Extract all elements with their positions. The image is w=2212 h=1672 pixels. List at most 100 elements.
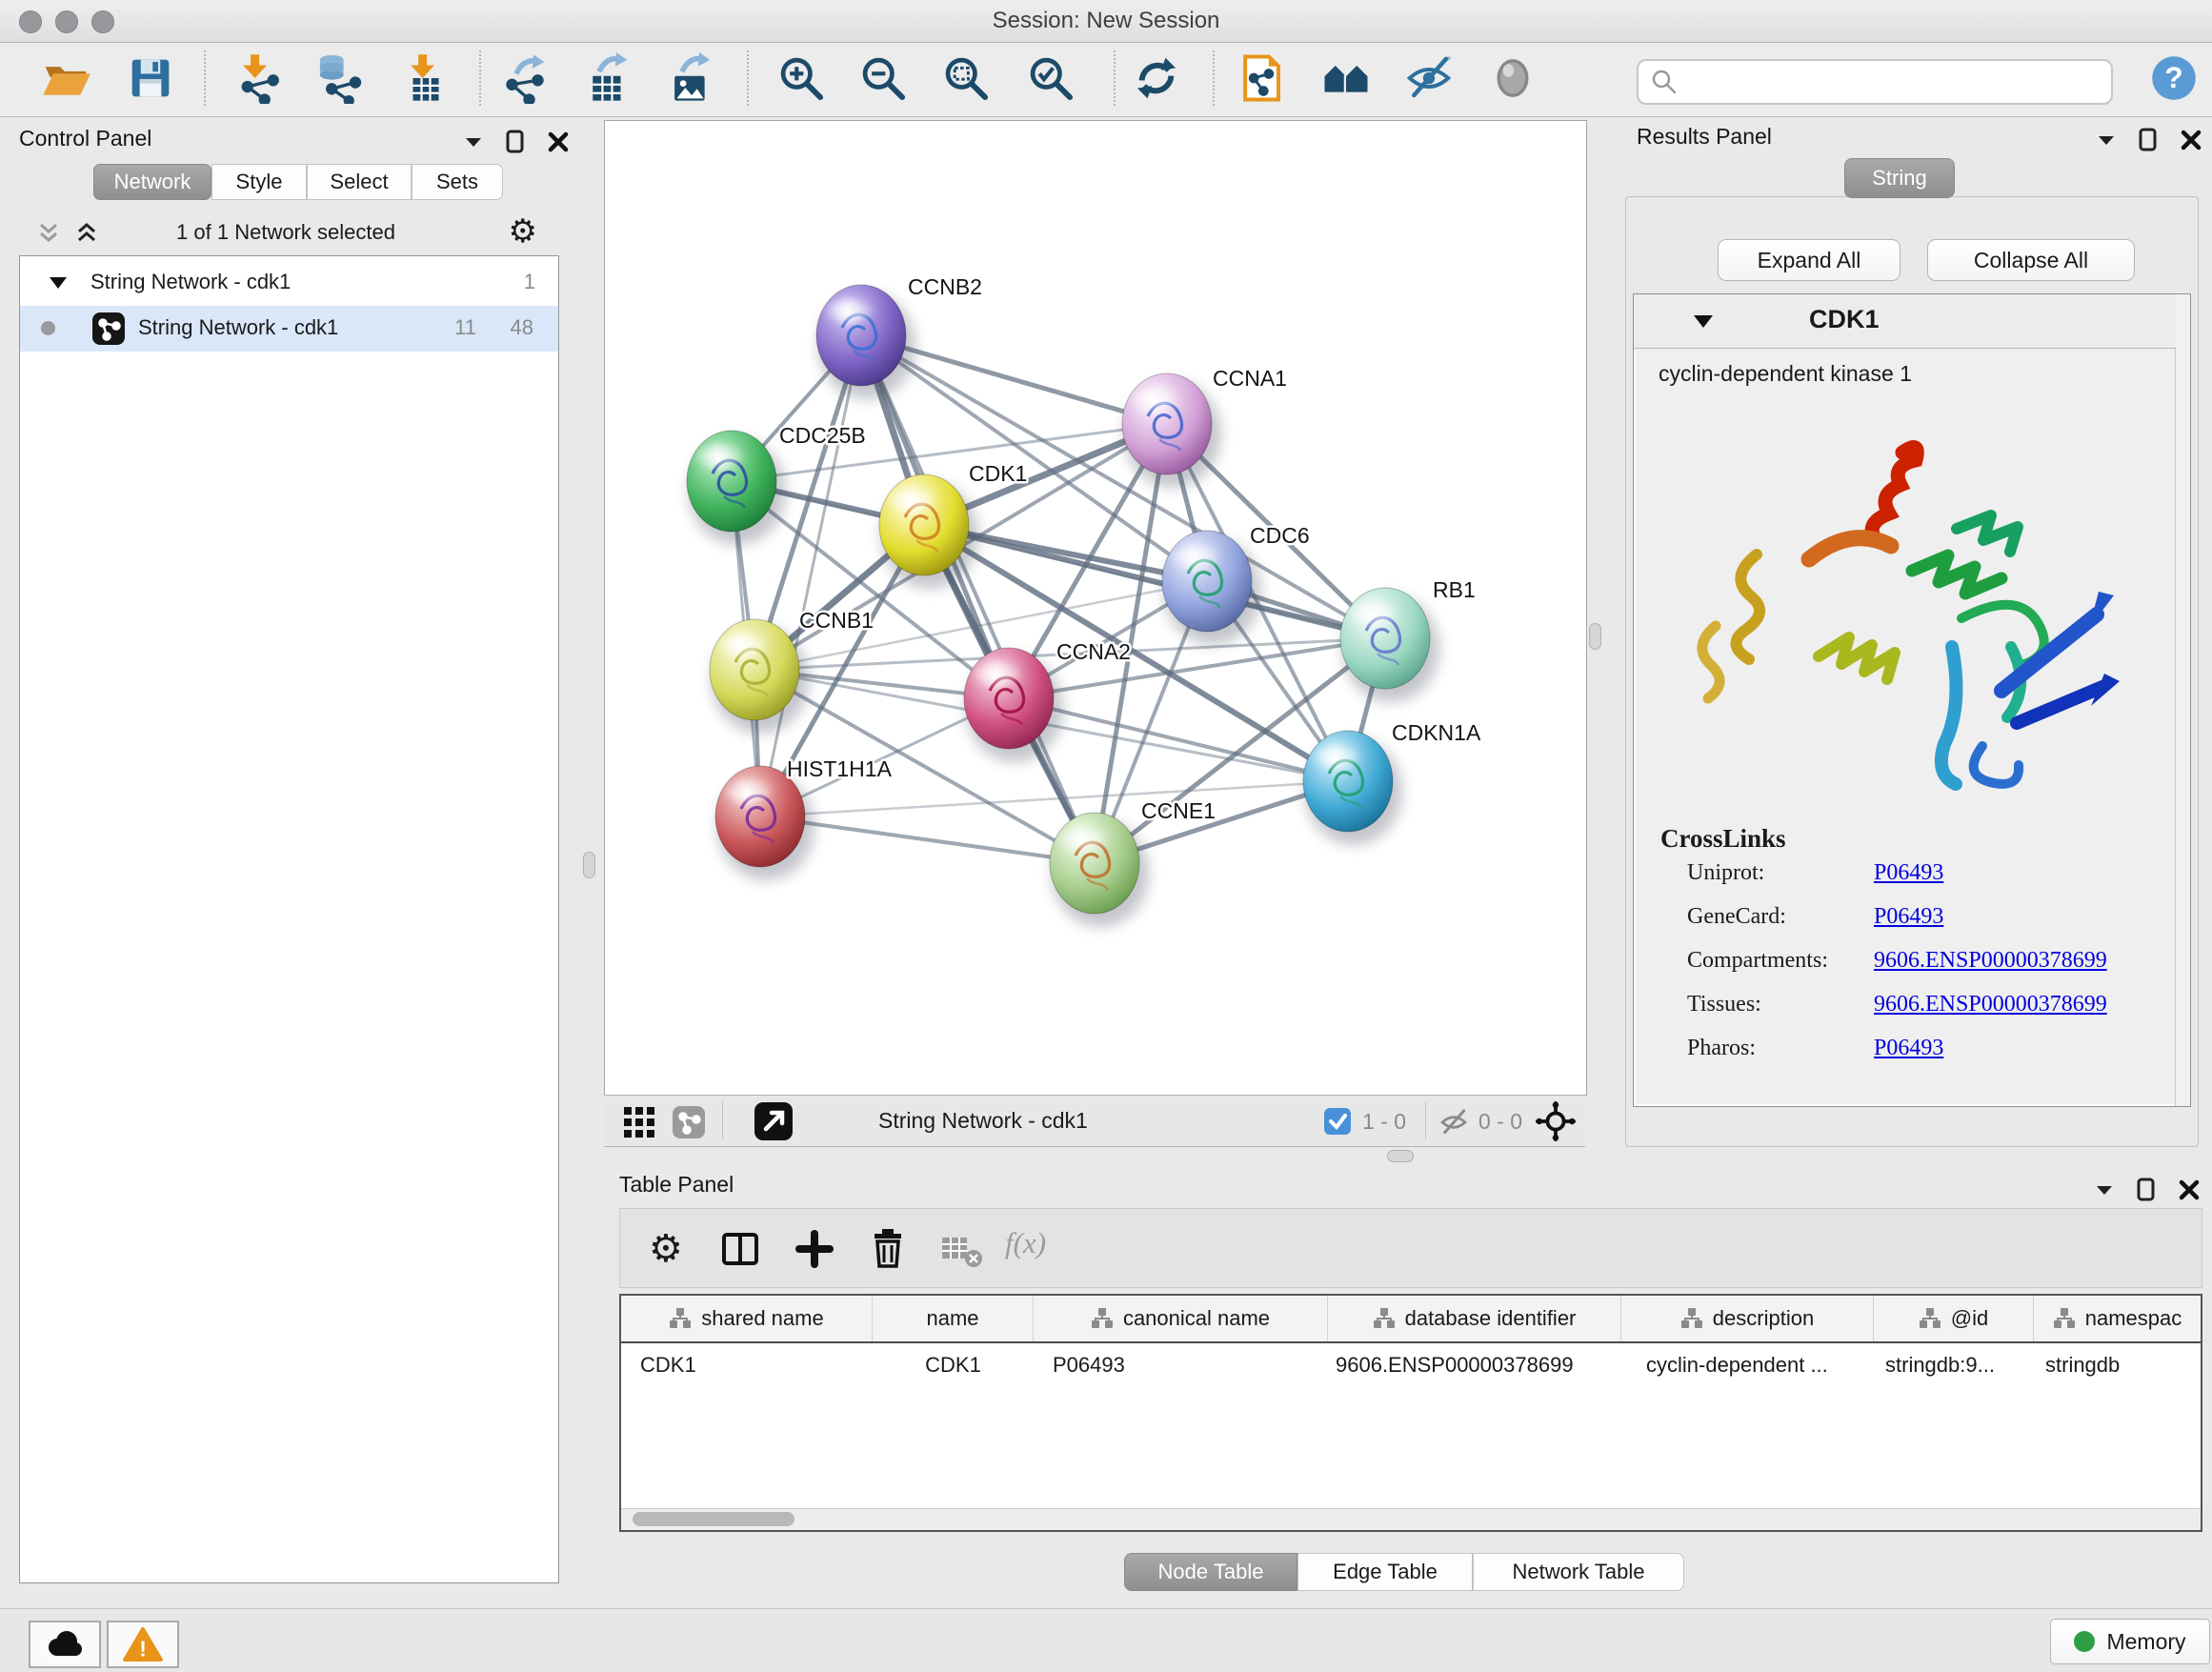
- crosslink-uniprot-link[interactable]: P06493: [1874, 860, 1943, 886]
- crosslink-label: Compartments:: [1687, 948, 1828, 974]
- export-image-button[interactable]: [663, 49, 718, 108]
- network-tree: String Network - cdk1 1 String Network -…: [19, 255, 559, 1583]
- network-node-CCNE1[interactable]: CCNE1: [1050, 798, 1216, 927]
- tab-style[interactable]: Style: [211, 164, 307, 200]
- tab-string[interactable]: String: [1844, 158, 1955, 198]
- column-header-database-identifier[interactable]: database identifier: [1328, 1296, 1621, 1341]
- zoom-fit-button[interactable]: [938, 49, 994, 108]
- crosslink-genecard-link[interactable]: P06493: [1874, 904, 1943, 930]
- hscrollbar-thumb[interactable]: [633, 1512, 794, 1526]
- grid-view-icon[interactable]: [623, 1106, 655, 1138]
- column-type-icon: [669, 1307, 692, 1330]
- collapse-all-button[interactable]: Collapse All: [1927, 239, 2135, 281]
- float-panel-icon[interactable]: [2094, 1179, 2115, 1200]
- network-node-CDKN1A[interactable]: CDKN1A: [1303, 720, 1481, 845]
- cloud-status-button[interactable]: [29, 1621, 101, 1668]
- birds-eye-crosshair-icon[interactable]: [1536, 1101, 1576, 1141]
- zoom-in-button[interactable]: [774, 49, 829, 108]
- show-all-button[interactable]: [1485, 49, 1540, 108]
- network-node-RB1[interactable]: RB1: [1340, 577, 1476, 702]
- node-details-panel: CDK1 cyclin-dependent kinase 1: [1633, 293, 2191, 1107]
- column-header-name[interactable]: name: [873, 1296, 1034, 1341]
- column-header-shared-name[interactable]: shared name: [621, 1296, 873, 1341]
- first-neighbors-button[interactable]: [1318, 49, 1374, 108]
- tab-node-table[interactable]: Node Table: [1124, 1553, 1297, 1591]
- network-view-icon[interactable]: [673, 1106, 705, 1138]
- node-label: HIST1H1A: [787, 756, 893, 781]
- selected-checkbox-icon[interactable]: [1324, 1108, 1351, 1135]
- network-collection-row[interactable]: String Network - cdk1 1: [20, 262, 558, 306]
- maximize-panel-icon[interactable]: [505, 130, 526, 154]
- tab-select[interactable]: Select: [307, 164, 412, 200]
- export-table-button[interactable]: [580, 49, 635, 108]
- crosslink-compartments-link[interactable]: 9606.ENSP00000378699: [1874, 948, 2107, 974]
- splitter-handle-bottom[interactable]: [1387, 1150, 1414, 1162]
- crosslink-tissues-link[interactable]: 9606.ENSP00000378699: [1874, 992, 2107, 1017]
- hide-selected-button[interactable]: [1401, 49, 1457, 108]
- network-from-clipboard-button[interactable]: [1234, 49, 1289, 108]
- tab-network-table[interactable]: Network Table: [1473, 1553, 1684, 1591]
- column-header-namespace[interactable]: namespac: [2034, 1296, 2201, 1341]
- tree-expander-icon[interactable]: [49, 275, 68, 291]
- maximize-panel-icon[interactable]: [2136, 1178, 2157, 1202]
- tab-network[interactable]: Network: [93, 164, 211, 200]
- splitter-handle-right[interactable]: [1589, 623, 1601, 650]
- column-header-canonical-name[interactable]: canonical name: [1034, 1296, 1328, 1341]
- import-network-file-button[interactable]: [231, 49, 286, 108]
- column-header-description[interactable]: description: [1621, 1296, 1874, 1341]
- node-label: CDC6: [1250, 523, 1310, 548]
- close-panel-icon[interactable]: [547, 131, 570, 153]
- help-button[interactable]: ?: [2146, 49, 2202, 108]
- network-view-canvas[interactable]: CCNB2 CCNA1 CDC25BCDK1 CDC6 RB1 CCNB1 CCNA2 CDK…: [604, 120, 1587, 1096]
- warnings-button[interactable]: !: [107, 1621, 179, 1668]
- export-network-button[interactable]: [497, 49, 553, 108]
- tab-edge-table[interactable]: Edge Table: [1297, 1553, 1473, 1591]
- expand-all-button[interactable]: Expand All: [1718, 239, 1900, 281]
- table-options-gear-icon[interactable]: ⚙: [649, 1230, 683, 1268]
- tab-sets[interactable]: Sets: [412, 164, 503, 200]
- crosslink-pharos-link[interactable]: P06493: [1874, 1036, 1943, 1061]
- close-panel-icon[interactable]: [2178, 1178, 2201, 1201]
- network-node-CCNA2[interactable]: CCNA2: [964, 639, 1131, 762]
- network-graph[interactable]: CCNB2 CCNA1 CDC25BCDK1 CDC6 RB1 CCNB1 CCNA2 CDK…: [605, 121, 1586, 1095]
- maximize-panel-icon[interactable]: [2138, 128, 2159, 152]
- import-network-database-button[interactable]: [311, 49, 366, 108]
- save-floppy-icon: [127, 54, 174, 102]
- show-columns-icon[interactable]: [719, 1228, 761, 1270]
- network-node-HIST1H1A[interactable]: HIST1H1A: [715, 756, 893, 880]
- close-panel-icon[interactable]: [2180, 129, 2202, 151]
- detach-view-icon[interactable]: [754, 1102, 793, 1140]
- table-panel-title: Table Panel: [619, 1172, 734, 1198]
- add-column-icon[interactable]: [794, 1228, 835, 1270]
- float-panel-icon[interactable]: [463, 131, 484, 152]
- column-header-id[interactable]: @id: [1874, 1296, 2034, 1341]
- memory-button[interactable]: Memory: [2050, 1619, 2210, 1664]
- zoom-out-button[interactable]: [855, 49, 911, 108]
- open-session-button[interactable]: [38, 49, 93, 108]
- section-expander-icon[interactable]: [1693, 313, 1714, 330]
- delete-column-trash-icon[interactable]: [866, 1226, 910, 1270]
- cloud-icon: [44, 1628, 86, 1661]
- search-input[interactable]: [1686, 69, 2111, 95]
- search-field[interactable]: [1637, 59, 2113, 105]
- network-row-selected[interactable]: String Network - cdk1 11 48: [20, 306, 558, 352]
- network-node-CCNB1[interactable]: CCNB1: [710, 608, 874, 734]
- table-row[interactable]: CDK1 CDK1 P06493 9606.ENSP00000378699 cy…: [621, 1343, 2201, 1387]
- toolbar-separator: [204, 50, 206, 106]
- network-node-CDK1[interactable]: CDK1: [879, 461, 1027, 589]
- refresh-button[interactable]: [1129, 49, 1184, 108]
- network-node-CDC25B[interactable]: CDC25B: [687, 423, 866, 545]
- node-section-header[interactable]: CDK1: [1634, 294, 2176, 349]
- save-session-button[interactable]: [123, 49, 178, 108]
- network-node-CCNA1[interactable]: CCNA1: [1122, 366, 1287, 488]
- table-hscrollbar[interactable]: [621, 1508, 2201, 1530]
- zoom-selected-button[interactable]: [1023, 49, 1078, 108]
- splitter-handle-left[interactable]: [583, 852, 595, 878]
- collection-label: String Network - cdk1: [90, 270, 291, 294]
- import-table-button[interactable]: [398, 49, 453, 108]
- table-toolbar: ⚙ f(x): [619, 1208, 2202, 1288]
- results-scrollbar[interactable]: [2175, 294, 2190, 1106]
- float-panel-icon[interactable]: [2096, 130, 2117, 151]
- network-node-CCNB2[interactable]: CCNB2: [816, 274, 982, 399]
- network-options-gear-icon[interactable]: ⚙: [509, 215, 537, 248]
